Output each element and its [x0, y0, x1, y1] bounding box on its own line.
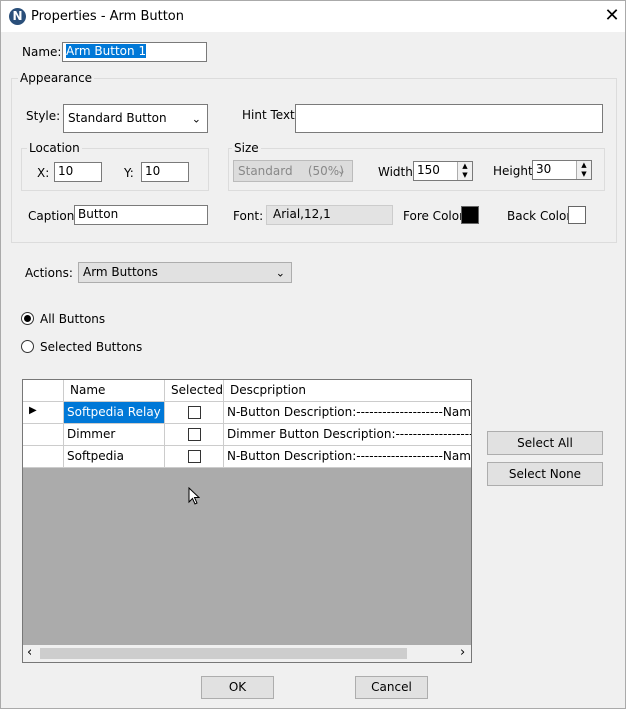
actions-label: Actions:	[25, 266, 73, 280]
close-icon[interactable]: ✕	[601, 4, 623, 28]
scroll-right-icon[interactable]: ›	[460, 645, 465, 660]
size-label: Size	[232, 141, 261, 155]
scrollbar-thumb[interactable]	[40, 648, 407, 659]
width-label: Width:	[378, 165, 417, 179]
row-header[interactable]: ▶	[23, 402, 64, 424]
selected-buttons-label[interactable]: Selected Buttons	[40, 340, 142, 354]
table-row-description[interactable]: N-Button Description:-------------------…	[224, 402, 471, 424]
row-checkbox[interactable]	[188, 428, 201, 441]
height-spinner[interactable]: ▲ ▼	[576, 161, 591, 179]
title-bar[interactable]: N Properties - Arm Button ✕	[1, 1, 625, 32]
select-all-button[interactable]: Select All	[487, 431, 603, 455]
arrow-up-icon[interactable]: ▲	[577, 161, 591, 170]
back-color-label: Back Color:	[507, 209, 576, 223]
scroll-left-icon[interactable]: ‹	[27, 645, 32, 660]
height-label: Height:	[493, 164, 537, 178]
ok-button[interactable]: OK	[201, 676, 274, 699]
width-spinner[interactable]: ▲ ▼	[457, 162, 472, 180]
x-label: X:	[37, 166, 50, 180]
name-label: Name:	[22, 45, 62, 59]
font-label: Font:	[233, 209, 264, 223]
width-value: 150	[417, 163, 440, 177]
mouse-cursor-icon	[188, 487, 200, 505]
table-row-description[interactable]: N-Button Description:-------------------…	[224, 446, 471, 468]
fore-color-swatch[interactable]	[461, 206, 479, 224]
back-color-swatch[interactable]	[568, 206, 586, 224]
window-title: Properties - Arm Button	[31, 9, 185, 24]
horizontal-scrollbar[interactable]: ‹ ›	[23, 645, 471, 662]
table-row-selected[interactable]	[165, 424, 224, 446]
style-select-value: Standard Button	[68, 111, 167, 125]
height-value: 30	[536, 162, 552, 176]
app-logo-icon: N	[9, 8, 26, 25]
table-row-selected[interactable]	[165, 446, 224, 468]
table-row-selected[interactable]	[165, 402, 224, 424]
size-preset-select: Standard (50%) ⌄	[233, 160, 353, 182]
row-checkbox[interactable]	[188, 406, 201, 419]
caption-input[interactable]: Button	[74, 205, 208, 225]
y-label: Y:	[124, 166, 134, 180]
width-stepper[interactable]: 150 ▲ ▼	[413, 161, 473, 181]
font-value[interactable]: Arial,12,1	[266, 205, 393, 225]
hint-text-label: Hint Text:	[242, 108, 299, 122]
table-row-name[interactable]: Softpedia	[64, 446, 165, 468]
caption-label: Caption:	[28, 209, 79, 223]
all-buttons-radio[interactable]	[21, 312, 34, 325]
chevron-down-icon: ⌄	[275, 266, 285, 279]
fore-color-label: Fore Color:	[403, 209, 468, 223]
style-select[interactable]: Standard Button ⌄	[63, 104, 208, 133]
chevron-down-icon: ⌄	[336, 164, 346, 177]
appearance-label: Appearance	[18, 71, 95, 85]
all-buttons-label[interactable]: All Buttons	[40, 312, 105, 326]
name-input-value: Arm Button 1	[66, 44, 147, 58]
table-row-description[interactable]: Dimmer Button Description:--------------…	[224, 424, 471, 446]
selected-buttons-radio[interactable]	[21, 340, 34, 353]
arrow-down-icon[interactable]: ▼	[577, 170, 591, 179]
table-row-name[interactable]: Softpedia Relay ...	[64, 402, 165, 424]
current-row-arrow-icon: ▶	[29, 405, 37, 416]
size-preset-value: Standard (50%)	[238, 164, 344, 178]
select-none-button[interactable]: Select None	[487, 462, 603, 486]
table-row-name[interactable]: Dimmer	[64, 424, 165, 446]
cancel-button[interactable]: Cancel	[355, 676, 428, 699]
actions-select-value: Arm Buttons	[83, 265, 158, 279]
row-checkbox[interactable]	[188, 450, 201, 463]
name-input[interactable]: Arm Button 1	[62, 42, 207, 62]
row-header[interactable]	[23, 424, 64, 446]
hint-text-input[interactable]	[295, 104, 603, 133]
location-label: Location	[27, 141, 82, 155]
column-header-description[interactable]: Descpription	[224, 380, 471, 402]
buttons-grid[interactable]: Name Selected Descpription ▶ Softpedia R…	[22, 379, 472, 663]
style-label: Style:	[26, 109, 61, 123]
column-header-name[interactable]: Name	[64, 380, 165, 402]
location-y-input[interactable]: 10	[141, 162, 189, 182]
row-header[interactable]	[23, 446, 64, 468]
arrow-down-icon[interactable]: ▼	[458, 171, 472, 180]
location-x-input[interactable]: 10	[54, 162, 102, 182]
chevron-down-icon: ⌄	[191, 112, 201, 125]
column-header-selected[interactable]: Selected	[165, 380, 224, 402]
actions-select[interactable]: Arm Buttons ⌄	[78, 262, 292, 283]
height-stepper[interactable]: 30 ▲ ▼	[532, 160, 592, 180]
arrow-up-icon[interactable]: ▲	[458, 162, 472, 171]
row-header-corner	[23, 380, 64, 402]
